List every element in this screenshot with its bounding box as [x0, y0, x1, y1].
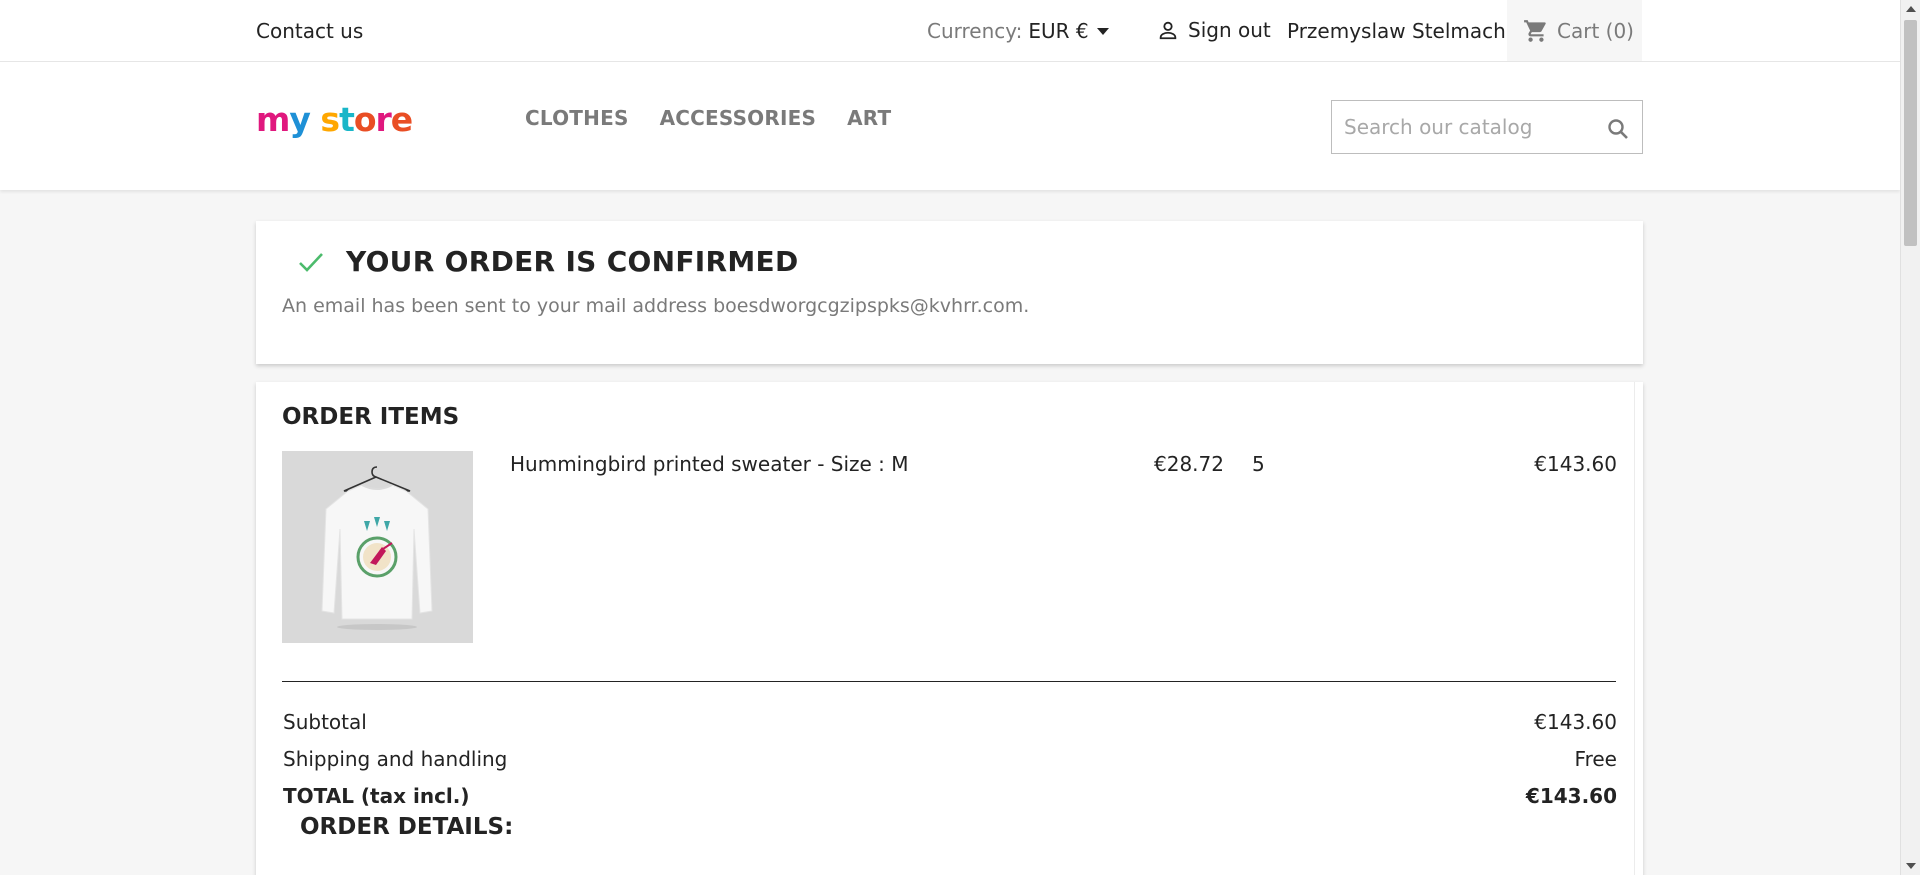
- item-name: Hummingbird printed sweater - Size : M: [510, 452, 909, 476]
- cart-icon: [1524, 19, 1546, 42]
- sign-out-label: Sign out: [1188, 18, 1271, 42]
- total-label: TOTAL (tax incl.): [283, 784, 470, 808]
- divider: [1634, 382, 1635, 875]
- account-name-link[interactable]: Przemyslaw Stelmach: [1287, 19, 1506, 43]
- confirmation-message: An email has been sent to your mail addr…: [282, 295, 1030, 317]
- total-value: €143.60: [1525, 784, 1617, 808]
- search-box: [1331, 100, 1643, 154]
- shipping-value: Free: [1574, 747, 1617, 771]
- item-total: €143.60: [1534, 452, 1617, 476]
- cart-label: Cart (0): [1557, 18, 1634, 43]
- order-items-heading: ORDER ITEMS: [282, 404, 460, 430]
- search-icon[interactable]: [1606, 117, 1630, 141]
- order-confirmation-card: YOUR ORDER IS CONFIRMED An email has bee…: [256, 221, 1643, 364]
- logo-letter: s: [320, 100, 340, 139]
- total-row: TOTAL (tax incl.) €143.60: [283, 784, 1617, 808]
- nav-accessories[interactable]: ACCESSORIES: [660, 106, 817, 130]
- product-image: [282, 451, 473, 643]
- scroll-up-arrow-icon[interactable]: [1906, 6, 1916, 12]
- check-icon: [299, 253, 323, 272]
- order-items-card: ORDER ITEMS Hummingbird printed sweater …: [256, 382, 1643, 875]
- logo-letter: m: [256, 100, 290, 139]
- divider: [282, 681, 1616, 682]
- currency-value: EUR €: [1028, 19, 1089, 43]
- logo-letter: e: [390, 100, 413, 139]
- order-details-heading: ORDER DETAILS:: [300, 814, 514, 840]
- page-scrollbar[interactable]: [1900, 0, 1920, 875]
- top-bar: Contact us Currency: EUR € Sign out Prze…: [0, 0, 1900, 62]
- nav-clothes[interactable]: CLOTHES: [525, 106, 629, 130]
- subtotal-label: Subtotal: [283, 710, 367, 734]
- main-nav: CLOTHES ACCESSORIES ART: [525, 106, 891, 130]
- shipping-label: Shipping and handling: [283, 747, 508, 771]
- scrollbar-thumb[interactable]: [1904, 20, 1917, 246]
- user-icon: [1159, 21, 1177, 40]
- confirmation-title: YOUR ORDER IS CONFIRMED: [346, 245, 799, 278]
- item-unit-price: €28.72: [1154, 452, 1224, 476]
- chevron-down-icon: [1096, 27, 1109, 35]
- scroll-down-arrow-icon[interactable]: [1906, 863, 1916, 869]
- subtotal-row: Subtotal €143.60: [283, 710, 1617, 734]
- currency-label: Currency:: [927, 19, 1023, 43]
- nav-art[interactable]: ART: [847, 106, 891, 130]
- shipping-row: Shipping and handling Free: [283, 747, 1617, 771]
- logo-letter: o: [353, 100, 377, 139]
- currency-selector[interactable]: Currency: EUR €: [927, 19, 1109, 43]
- site-header: my store CLOTHES ACCESSORIES ART: [0, 62, 1900, 190]
- cart-button[interactable]: Cart (0): [1507, 0, 1642, 61]
- store-logo[interactable]: my store: [256, 100, 413, 139]
- subtotal-value: €143.60: [1534, 710, 1617, 734]
- logo-letter: y: [289, 100, 310, 139]
- item-quantity: 5: [1252, 452, 1265, 476]
- logo-letter: r: [375, 100, 392, 139]
- sign-out-link[interactable]: Sign out: [1157, 18, 1271, 42]
- search-input[interactable]: [1344, 115, 1594, 139]
- logo-letter: t: [339, 100, 355, 139]
- contact-us-link[interactable]: Contact us: [256, 19, 363, 43]
- sweater-image: [282, 451, 473, 643]
